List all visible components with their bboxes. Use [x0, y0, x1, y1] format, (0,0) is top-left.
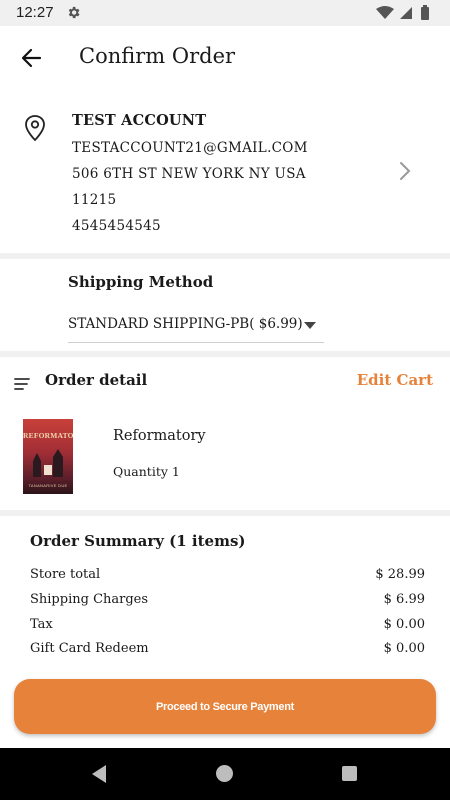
nav-back-icon[interactable] — [90, 764, 108, 788]
nav-home-icon[interactable] — [216, 765, 233, 782]
shipping-method-value: STANDARD SHIPPING-PB( $6.99) — [68, 316, 303, 332]
section-divider — [0, 351, 450, 357]
location-pin-icon — [24, 114, 46, 146]
chevron-right-icon[interactable] — [398, 160, 412, 186]
summary-row-tax: Tax $ 0.00 — [30, 617, 425, 637]
dropdown-caret-icon — [304, 322, 316, 329]
shipping-method-dropdown[interactable]: STANDARD SHIPPING-PB( $6.99) — [68, 310, 324, 343]
page-title: Confirm Order — [79, 44, 236, 68]
summary-label: Store total — [30, 567, 101, 582]
summary-value: $ 0.00 — [383, 641, 425, 656]
settings-gear-icon — [66, 5, 81, 24]
system-nav-bar — [0, 748, 450, 800]
address-street: 506 6TH ST NEW YORK NY USA — [72, 166, 306, 182]
section-divider — [0, 253, 450, 259]
summary-row-store-total: Store total $ 28.99 — [30, 567, 425, 587]
item-quantity: Quantity 1 — [113, 464, 180, 479]
order-summary: Order Summary (1 items) Store total $ 28… — [0, 522, 450, 672]
summary-value: $ 6.99 — [383, 592, 425, 607]
app-bar: Confirm Order — [0, 26, 450, 90]
wifi-icon — [376, 6, 394, 19]
battery-icon — [421, 5, 429, 20]
summary-label: Gift Card Redeem — [30, 641, 149, 656]
shipping-address-card[interactable]: TEST ACCOUNT TESTACCOUNT21@GMAIL.COM 506… — [0, 100, 450, 250]
shipping-method-section: Shipping Method STANDARD SHIPPING-PB( $6… — [0, 262, 450, 352]
proceed-to-payment-button[interactable]: Proceed to Secure Payment — [14, 679, 436, 734]
order-detail-header: Order detail Edit Cart — [0, 360, 450, 400]
order-item: REFORMATORY TANANARIVE DUE Reformatory Q… — [0, 410, 450, 510]
nav-recents-icon[interactable] — [342, 766, 357, 781]
shipping-method-title: Shipping Method — [68, 273, 214, 291]
summary-value: $ 28.99 — [375, 567, 425, 582]
summary-label: Tax — [30, 617, 53, 632]
order-detail-title: Order detail — [45, 371, 148, 389]
summary-row-shipping: Shipping Charges $ 6.99 — [30, 592, 425, 612]
status-icons — [376, 5, 436, 25]
back-arrow-icon[interactable] — [18, 44, 46, 72]
status-bar: 12:27 — [0, 0, 450, 26]
address-name: TEST ACCOUNT — [72, 112, 207, 129]
address-phone: 4545454545 — [72, 218, 161, 234]
address-email: TESTACCOUNT21@GMAIL.COM — [72, 140, 308, 156]
book-cover-art — [33, 449, 63, 477]
section-divider — [0, 510, 450, 516]
summary-row-gift-card: Gift Card Redeem $ 0.00 — [30, 641, 425, 661]
status-time: 12:27 — [16, 4, 54, 21]
book-cover-author: TANANARIVE DUE — [28, 483, 68, 488]
book-cover-image: REFORMATORY TANANARIVE DUE — [23, 419, 73, 494]
summary-value: $ 0.00 — [383, 617, 425, 632]
list-icon — [14, 375, 32, 394]
item-name: Reformatory — [113, 428, 206, 444]
proceed-to-payment-label: Proceed to Secure Payment — [155, 700, 294, 713]
order-summary-title: Order Summary (1 items) — [30, 532, 246, 550]
summary-label: Shipping Charges — [30, 592, 149, 607]
edit-cart-link[interactable]: Edit Cart — [357, 371, 433, 389]
book-cover-title: REFORMATORY — [23, 431, 73, 440]
signal-icon — [400, 7, 412, 19]
address-zip: 11215 — [72, 192, 117, 208]
